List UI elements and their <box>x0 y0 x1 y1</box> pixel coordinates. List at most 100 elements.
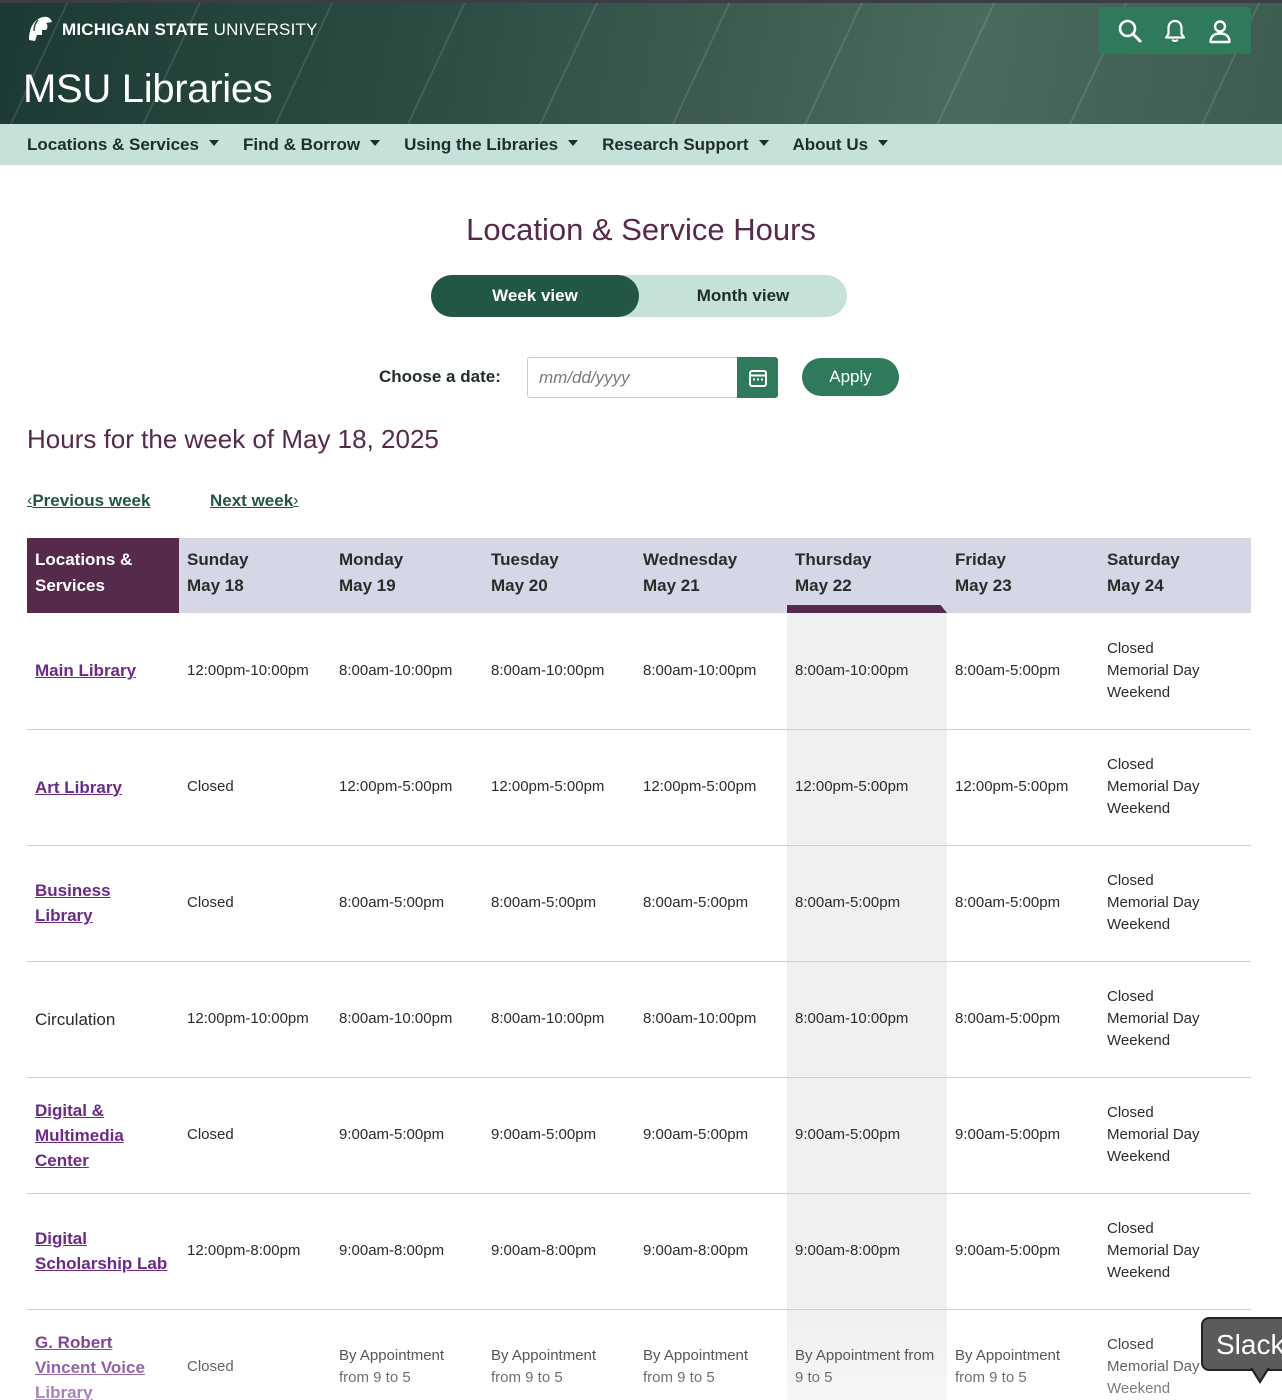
hours-cell: 9:00am-5:00pm <box>947 1077 1099 1194</box>
hours-cell: By Appointment from 9 to 5 <box>947 1309 1099 1400</box>
hours-cell: Closed <box>179 1077 331 1194</box>
day-date: May 22 <box>795 576 852 595</box>
site-title[interactable]: MSU Libraries <box>23 67 273 112</box>
hours-cell: 12:00pm-10:00pm <box>179 613 331 730</box>
day-name: Saturday <box>1107 550 1180 569</box>
caret-down-icon <box>370 139 381 146</box>
hours-cell: 8:00am-10:00pm <box>483 961 635 1078</box>
month-view-button[interactable]: Month view <box>639 275 847 317</box>
hours-cell: Closed Memorial Day Weekend <box>1099 845 1251 962</box>
table-header-row: Locations & Services Sunday May 18 Monday M… <box>27 538 1251 613</box>
hours-cell: 8:00am-5:00pm <box>947 961 1099 1078</box>
hours-cell: By Appointment from 9 to 5 <box>483 1309 635 1400</box>
hours-cell: 12:00pm-5:00pm <box>635 729 787 846</box>
hours-cell: 12:00pm-8:00pm <box>179 1193 331 1310</box>
hours-cell: 8:00am-10:00pm <box>787 613 947 730</box>
hours-cell: Closed <box>179 845 331 962</box>
location-link[interactable]: Art Library <box>35 778 122 797</box>
column-header-thursday: Thursday May 22 <box>787 538 947 613</box>
calendar-button[interactable] <box>737 357 778 398</box>
date-input[interactable]: mm/dd/yyyy <box>527 357 738 398</box>
hours-cell: 8:00am-5:00pm <box>787 845 947 962</box>
day-date: May 24 <box>1107 576 1164 595</box>
location-link[interactable]: Digital & Multimedia Center <box>35 1101 124 1170</box>
chat-widget-button[interactable]: Slack <box>1201 1317 1282 1371</box>
day-name: Thursday <box>795 550 872 569</box>
table-row: Digital Scholarship Lab 12:00pm-8:00pm 9:0… <box>27 1193 1251 1310</box>
table-body: Main Library 12:00pm-10:00pm 8:00am-10:00p… <box>27 613 1251 1400</box>
date-label: Choose a date: <box>379 367 501 386</box>
hours-table: Locations & Services Sunday May 18 Monday M… <box>27 538 1251 1400</box>
page-title: Location & Service Hours <box>466 212 816 247</box>
hours-cell: 9:00am-8:00pm <box>635 1193 787 1310</box>
chat-bubble-tail-inner <box>1252 1367 1268 1380</box>
caret-down-icon <box>568 139 579 146</box>
hours-cell: 9:00am-5:00pm <box>483 1077 635 1194</box>
hours-cell: 9:00am-5:00pm <box>635 1077 787 1194</box>
location-cell: Main Library <box>27 613 179 730</box>
hours-cell: 9:00am-8:00pm <box>787 1193 947 1310</box>
user-icon[interactable] <box>1205 16 1235 46</box>
table-row: Art Library Closed 12:00pm-5:00pm 12:00pm-5… <box>27 729 1251 846</box>
table-row: Digital & Multimedia Center Closed 9:00am-… <box>27 1077 1251 1194</box>
hours-cell: 8:00am-10:00pm <box>635 613 787 730</box>
hours-cell: 8:00am-5:00pm <box>635 845 787 962</box>
table-row: Circulation 12:00pm-10:00pm 8:00am-10:00pm… <box>27 961 1251 1078</box>
hours-cell: 9:00am-5:00pm <box>331 1077 483 1194</box>
location-cell: G. Robert Vincent Voice Library <box>27 1309 179 1400</box>
location-link[interactable]: Digital Scholarship Lab <box>35 1229 167 1273</box>
hours-cell: 8:00am-5:00pm <box>947 845 1099 962</box>
hours-cell: Closed Memorial Day Weekend <box>1099 961 1251 1078</box>
location-label: Circulation <box>35 1009 116 1029</box>
location-link[interactable]: Main Library <box>35 661 136 680</box>
nav-item-using-libraries[interactable]: Using the Libraries <box>404 135 579 155</box>
nav-item-locations-services[interactable]: Locations & Services <box>27 135 219 155</box>
nav-item-research-support[interactable]: Research Support <box>602 135 769 155</box>
nav-item-find-borrow[interactable]: Find & Borrow <box>243 135 381 155</box>
location-cell: Digital & Multimedia Center <box>27 1077 179 1194</box>
hours-cell: 12:00pm-10:00pm <box>179 961 331 1078</box>
column-header-friday: Friday May 23 <box>947 538 1099 613</box>
day-name: Sunday <box>187 550 249 569</box>
nav-item-about-us[interactable]: About Us <box>793 135 889 155</box>
hours-cell: Closed <box>179 1309 331 1400</box>
day-date: May 19 <box>339 576 396 595</box>
utility-toolbar <box>1099 7 1251 54</box>
hours-cell: By Appointment from 9 to 5 <box>787 1309 947 1400</box>
table-row: G. Robert Vincent Voice Library Closed By … <box>27 1309 1251 1400</box>
spartan-helmet-icon <box>29 16 52 41</box>
location-link[interactable]: G. Robert Vincent Voice Library <box>35 1333 145 1400</box>
caret-down-icon <box>208 139 219 146</box>
view-toggle: Week view Month view <box>431 275 847 317</box>
hours-cell: 9:00am-5:00pm <box>947 1193 1099 1310</box>
location-link[interactable]: Business Library <box>35 881 111 925</box>
day-name: Friday <box>955 550 1007 569</box>
week-heading: Hours for the week of May 18, 2025 <box>27 424 439 454</box>
apply-button[interactable]: Apply <box>802 358 899 396</box>
location-cell: Art Library <box>27 729 179 846</box>
hours-cell: 8:00am-10:00pm <box>483 613 635 730</box>
hours-cell: Closed Memorial Day Weekend <box>1099 1193 1251 1310</box>
hours-cell: By Appointment from 9 to 5 <box>635 1309 787 1400</box>
search-icon[interactable] <box>1115 16 1145 46</box>
week-view-button[interactable]: Week view <box>431 275 639 317</box>
hours-cell: 12:00pm-5:00pm <box>331 729 483 846</box>
location-cell: Digital Scholarship Lab <box>27 1193 179 1310</box>
hours-cell: Closed Memorial Day Weekend <box>1099 1077 1251 1194</box>
day-date: May 18 <box>187 576 244 595</box>
hours-cell: 9:00am-8:00pm <box>331 1193 483 1310</box>
column-header-locations: Locations & Services <box>27 538 179 613</box>
hours-cell: 8:00am-10:00pm <box>331 961 483 1078</box>
msu-logo[interactable]: MICHIGAN STATE UNIVERSITY <box>26 13 318 47</box>
day-date: May 20 <box>491 576 548 595</box>
table-row: Main Library 12:00pm-10:00pm 8:00am-10:00p… <box>27 613 1251 730</box>
caret-down-icon <box>878 139 889 146</box>
table-row: Business Library Closed 8:00am-5:00pm 8:00a… <box>27 845 1251 962</box>
column-header-sunday: Sunday May 18 <box>179 538 331 613</box>
hours-cell: 8:00am-5:00pm <box>331 845 483 962</box>
previous-week-link[interactable]: ‹ Previous week <box>27 491 150 511</box>
next-week-link[interactable]: Next week › <box>210 491 299 511</box>
hours-cell: By Appointment from 9 to 5 <box>331 1309 483 1400</box>
date-picker-row: Choose a date: mm/dd/yyyy Apply <box>0 357 1282 398</box>
bell-icon[interactable] <box>1160 16 1190 46</box>
